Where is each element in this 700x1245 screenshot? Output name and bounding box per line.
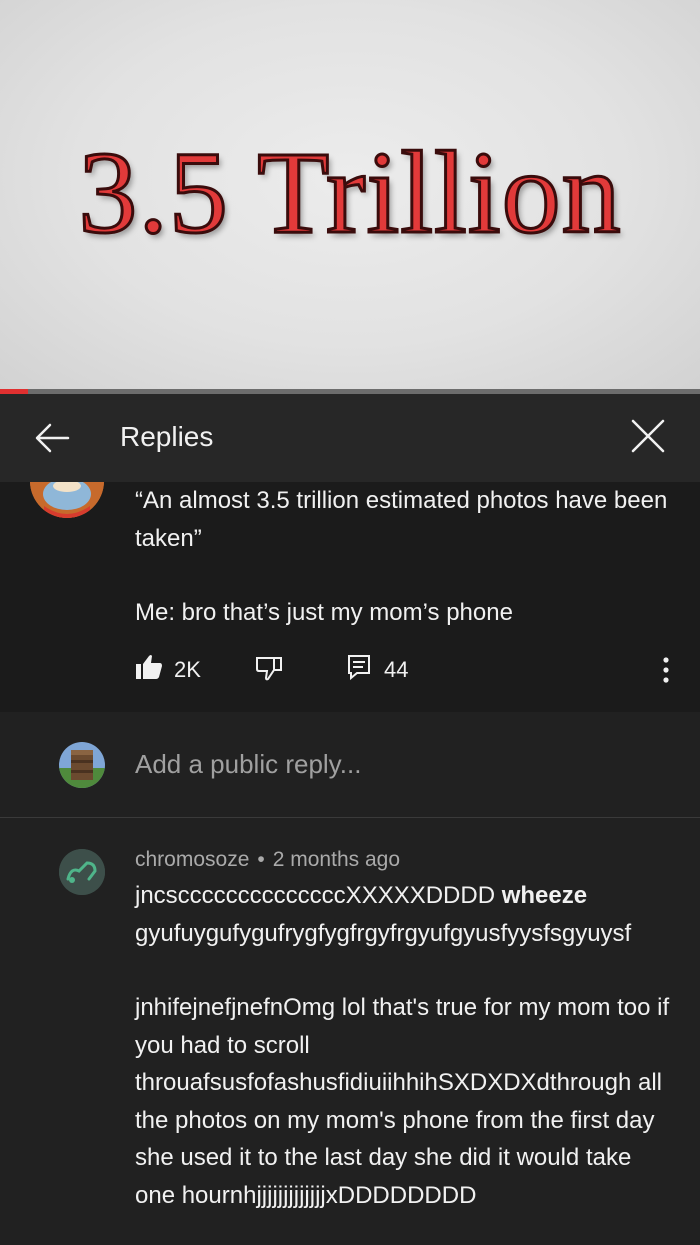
avatar-image: [59, 849, 105, 895]
panel-title: Replies: [120, 421, 214, 452]
reply-paragraph: jnhifejnefjnefnOmg lol that's true for m…: [135, 994, 670, 1209]
more-vertical-icon: [663, 657, 669, 683]
video-overlay-title: 3.5 Trillion: [77, 126, 622, 259]
more-options-button[interactable]: [656, 655, 676, 685]
video-player[interactable]: 3.5 Trillion: [0, 0, 700, 392]
close-button[interactable]: [624, 412, 672, 460]
like-button[interactable]: [135, 653, 163, 686]
reply-count: 44: [384, 657, 409, 682]
reply-text-run: gyufuygufygufrygfygfrgyfrgyufgyusfyysfsg…: [135, 919, 632, 947]
comment-line: “An almost 3.5 trillion estimated photos…: [135, 487, 668, 552]
comment-line: Me: bro that’s just my mom’s phone: [135, 599, 513, 626]
back-button[interactable]: [30, 414, 78, 462]
like-count: 2K: [174, 657, 201, 682]
reply-meta: chromosoze • 2 months ago: [135, 848, 400, 872]
original-comment: “An almost 3.5 trillion estimated photos…: [0, 482, 700, 712]
avatar-image: [30, 482, 104, 518]
reply-input[interactable]: [135, 746, 635, 782]
comment-actions: 2K 44: [0, 645, 700, 689]
dislike-button[interactable]: [254, 653, 284, 688]
reply-text-bold: wheeze: [501, 882, 588, 909]
replies-header: Replies: [0, 394, 700, 482]
reply-text-run: jncsccccccccccccccXXXXXDDDD: [135, 882, 502, 909]
avatar-image: [59, 742, 105, 788]
avatar[interactable]: [59, 849, 105, 895]
thumbs-up-filled-icon: [136, 655, 162, 679]
meta-separator: •: [257, 848, 265, 871]
reply-paragraph: jncsccccccccccccccXXXXXDDDD wheeze gyufu…: [135, 877, 675, 952]
reply-author[interactable]: chromosoze: [135, 848, 249, 871]
thumbs-down-icon: [256, 657, 282, 681]
close-icon: [631, 419, 665, 453]
current-user-avatar: [59, 742, 105, 788]
reply-list: chromosoze • 2 months ago jncscccccccccccc…: [0, 818, 700, 1245]
comment-icon: [348, 655, 370, 681]
comment-text: “An almost 3.5 trillion estimated photos…: [135, 482, 675, 632]
reply-text: jncsccccccccccccccXXXXXDDDD wheeze gyufu…: [135, 877, 675, 1214]
avatar[interactable]: [30, 482, 104, 518]
replies-button[interactable]: [346, 653, 372, 686]
arrow-left-icon: [35, 423, 70, 453]
reply-time: 2 months ago: [272, 848, 401, 871]
add-reply-bar: [0, 712, 700, 818]
